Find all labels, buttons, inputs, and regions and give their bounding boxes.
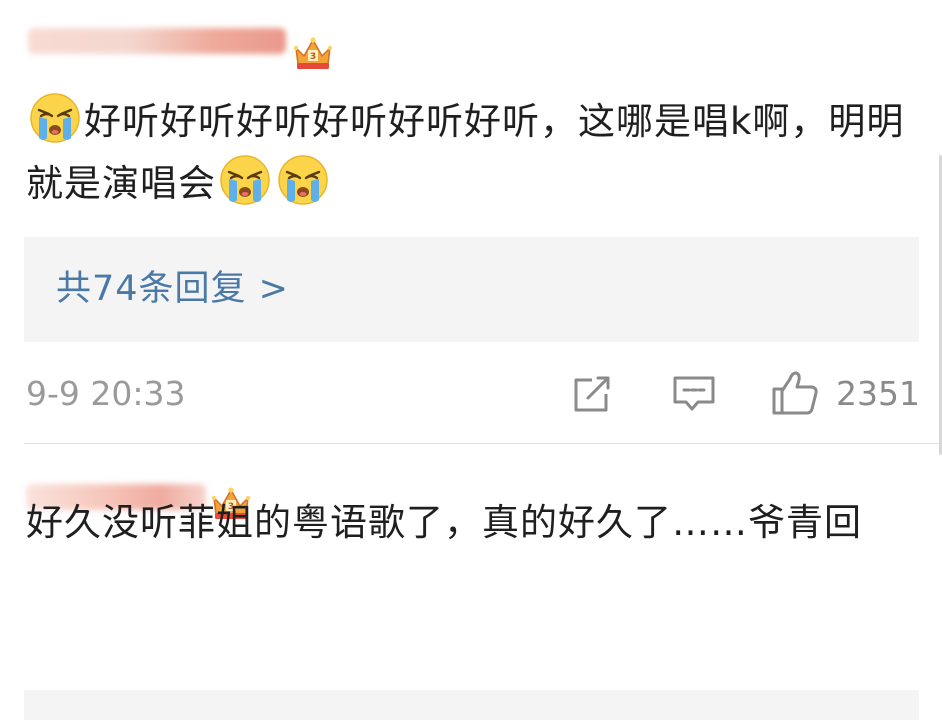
like-count: 2351 <box>836 374 920 413</box>
username-redacted[interactable] <box>28 28 286 54</box>
crying-face-icon <box>29 92 81 144</box>
replies-box[interactable] <box>24 690 919 720</box>
comment-meta-row: 9-9 20:33 2351 <box>0 370 942 420</box>
comment-icon <box>673 376 715 411</box>
comment-text: 好久没听菲姐的粤语歌了，真的好久了……爷青回 <box>26 501 862 544</box>
like-button[interactable]: 2351 <box>770 371 920 416</box>
comment-text-body: 好听好听好听好听好听好听，这哪是唱k啊，明明就是演唱会 <box>26 100 905 205</box>
comment-text: 好听好听好听好听好听好听，这哪是唱k啊，明明就是演唱会 <box>26 91 912 215</box>
share-icon <box>574 376 610 412</box>
comment-item: 好久没听菲姐的粤语歌了，真的好久了……爷青回 <box>0 444 942 707</box>
timestamp: 9-9 20:33 <box>26 374 186 413</box>
thumbs-up-icon <box>772 371 818 415</box>
view-replies-link[interactable]: 共74条回复 > <box>56 267 289 311</box>
crying-face-icon <box>277 154 329 206</box>
comment-button[interactable] <box>670 372 718 416</box>
share-button[interactable] <box>570 372 616 416</box>
crying-face-icon <box>219 154 271 206</box>
comment-item: 好听好听好听好听好听好听，这哪是唱k啊，明明就是演唱会 共74条回复 > 9-9… <box>0 0 942 444</box>
crown-icon <box>292 34 334 72</box>
replies-box[interactable]: 共74条回复 > <box>24 237 919 342</box>
